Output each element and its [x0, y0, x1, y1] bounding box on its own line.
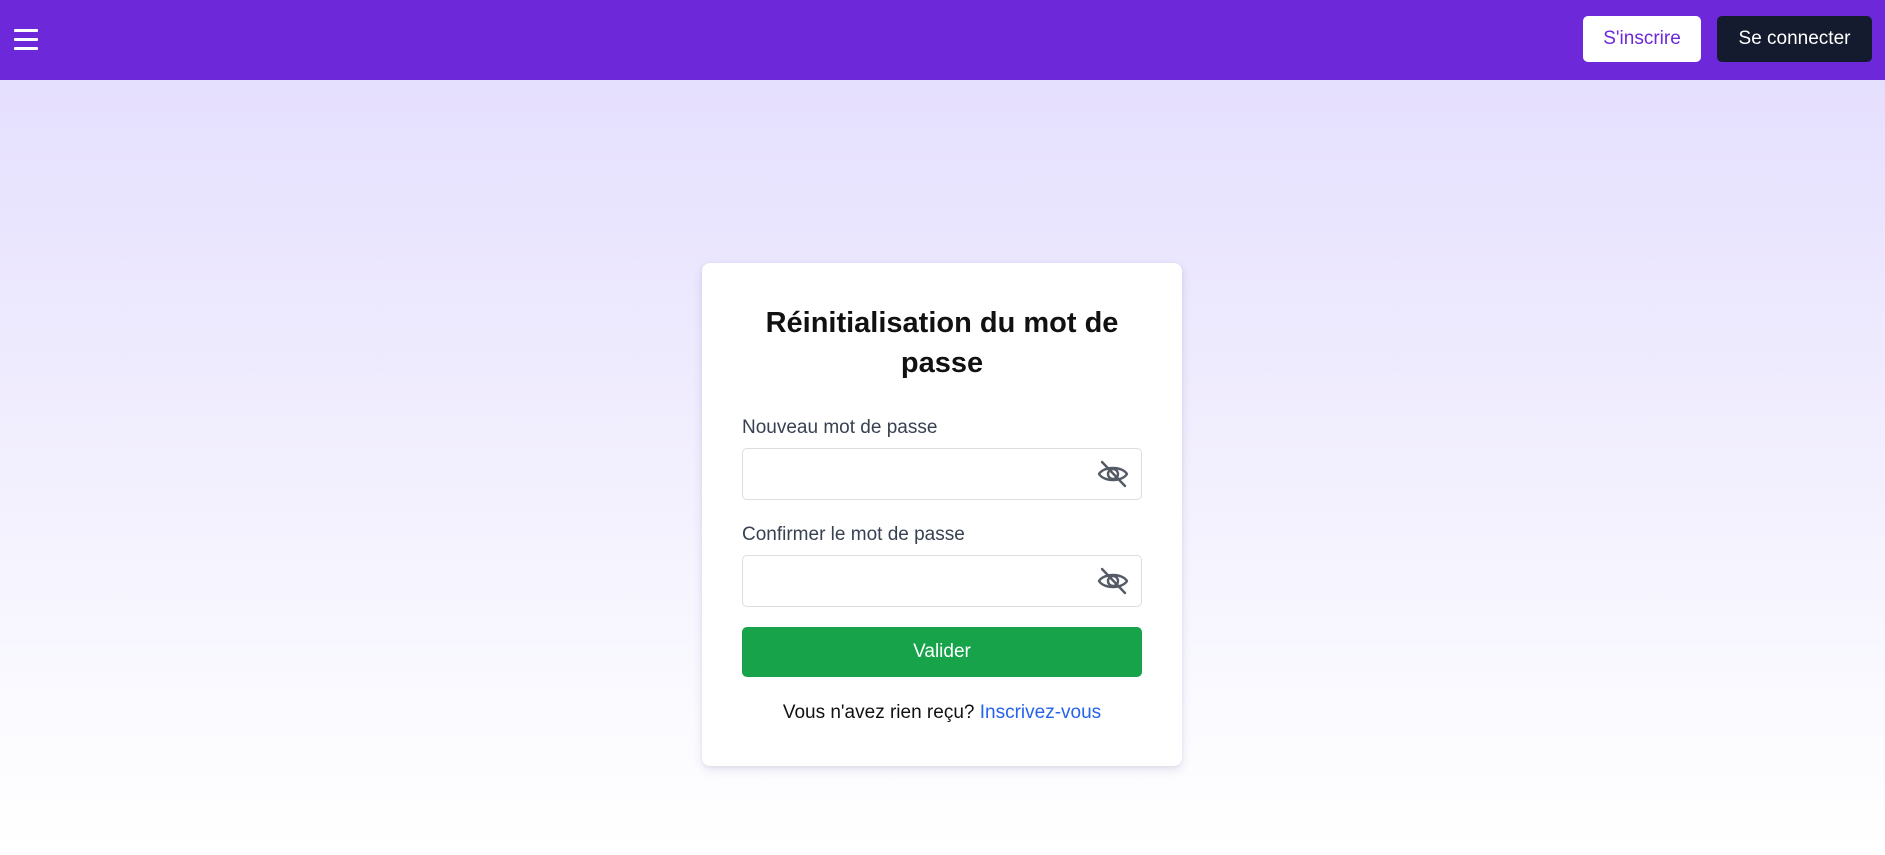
hamburger-menu-icon[interactable]: [12, 27, 40, 53]
login-button[interactable]: Se connecter: [1717, 16, 1872, 62]
submit-button[interactable]: Valider: [742, 627, 1142, 677]
signup-button[interactable]: S'inscrire: [1583, 16, 1701, 62]
top-navbar: S'inscrire Se connecter: [0, 0, 1885, 80]
reset-password-card: Réinitialisation du mot de passe Nouveau…: [702, 263, 1182, 766]
signup-link[interactable]: Inscrivez-vous: [980, 702, 1101, 723]
eye-slash-icon[interactable]: [1097, 459, 1129, 489]
new-password-field-wrapper: [742, 448, 1142, 500]
page-title: Réinitialisation du mot de passe: [765, 307, 1119, 379]
confirm-password-field-wrapper: [742, 555, 1142, 607]
eye-slash-icon[interactable]: [1097, 566, 1129, 596]
signup-prompt-text: Vous n'avez rien reçu?: [782, 702, 975, 723]
confirm-password-label: Confirmer le mot de passe: [742, 524, 965, 545]
signup-prompt: Vous n'avez rien reçu? Inscrivez-vous: [702, 701, 1182, 725]
new-password-input[interactable]: [743, 449, 1083, 499]
new-password-label: Nouveau mot de passe: [742, 417, 938, 438]
confirm-password-input[interactable]: [743, 556, 1083, 606]
